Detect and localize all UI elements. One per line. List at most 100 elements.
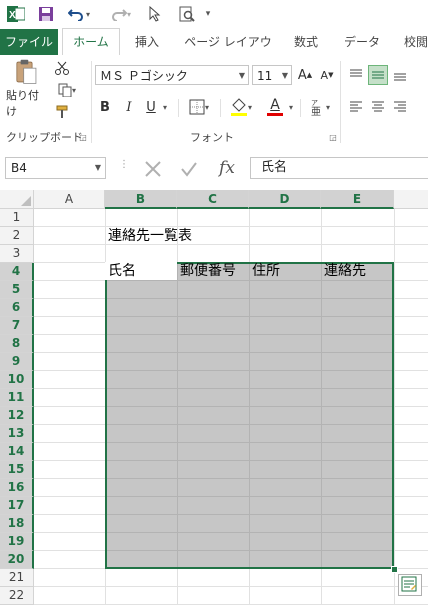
cell-d4[interactable]: 住所 xyxy=(249,262,280,280)
row-header-10[interactable]: 10 xyxy=(0,371,34,389)
clipboard-group-label: クリップボード xyxy=(6,131,83,144)
formula-input[interactable]: 氏名 xyxy=(250,157,428,179)
cell-b2[interactable]: 連絡先一覧表 xyxy=(105,227,192,245)
select-all-corner[interactable] xyxy=(0,190,34,209)
name-box[interactable]: B4 ▼ xyxy=(5,157,106,179)
chevron-down-icon: ▼ xyxy=(281,71,288,80)
chevron-down-icon[interactable]: ▾ xyxy=(160,99,170,115)
cell-b4[interactable]: 氏名 xyxy=(105,262,136,280)
row-header-15[interactable]: 15 xyxy=(0,461,34,479)
row-header-1[interactable]: 1 xyxy=(0,209,34,227)
svg-text:ア: ア xyxy=(311,99,318,107)
chevron-down-icon: ▾ xyxy=(126,9,131,19)
cell-c4[interactable]: 郵便番号 xyxy=(177,262,236,280)
column-header-b[interactable]: B xyxy=(105,190,177,209)
cell-e4[interactable]: 連絡先 xyxy=(321,262,366,280)
divider xyxy=(220,99,221,117)
ribbon-tabs: ファイル ホーム 挿入 ページ レイアウト 数式 データ 校閲 xyxy=(0,28,428,75)
pointer-icon[interactable] xyxy=(146,4,164,24)
align-center-icon[interactable] xyxy=(368,97,388,117)
divider xyxy=(300,99,301,117)
chevron-down-icon[interactable]: ▾ xyxy=(286,99,296,115)
row-header-22[interactable]: 22 xyxy=(0,587,34,605)
fill-handle[interactable] xyxy=(391,566,398,573)
row-header-13[interactable]: 13 xyxy=(0,425,34,443)
gridline xyxy=(249,264,250,567)
tab-data[interactable]: データ xyxy=(338,29,386,55)
font-size-select[interactable]: 11 ▼ xyxy=(252,65,292,85)
row-header-6[interactable]: 6 xyxy=(0,299,34,317)
customize-qat-button[interactable]: ▾ xyxy=(202,4,214,24)
format-painter-icon[interactable] xyxy=(52,103,72,121)
row-header-5[interactable]: 5 xyxy=(0,281,34,299)
align-left-icon[interactable] xyxy=(346,97,366,117)
paste-icon xyxy=(16,59,37,84)
cut-icon[interactable] xyxy=(52,59,72,77)
align-top-icon[interactable] xyxy=(346,65,366,85)
row-header-20[interactable]: 20 xyxy=(0,551,34,569)
column-header-f[interactable] xyxy=(394,190,428,209)
confirm-entry-icon[interactable] xyxy=(174,158,204,180)
paste-button[interactable]: 貼り付け xyxy=(6,59,46,119)
font-name-select[interactable]: ＭＳ Ｐゴシック ▼ xyxy=(95,65,249,85)
tab-insert[interactable]: 挿入 xyxy=(126,29,168,55)
undo-button[interactable]: ▾ xyxy=(64,4,94,24)
row-header-18[interactable]: 18 xyxy=(0,515,34,533)
phonetic-button[interactable]: ア亜 ▾ xyxy=(304,95,334,119)
chevron-down-icon: ▾ xyxy=(85,9,90,19)
cancel-entry-icon[interactable] xyxy=(138,158,168,180)
save-icon[interactable] xyxy=(36,4,56,24)
row-header-17[interactable]: 17 xyxy=(0,497,34,515)
tab-home[interactable]: ホーム xyxy=(62,28,120,57)
divider xyxy=(178,99,179,117)
gridline xyxy=(34,226,428,227)
row-header-3[interactable]: 3 xyxy=(0,245,34,263)
row-header-11[interactable]: 11 xyxy=(0,389,34,407)
name-box-value: B4 xyxy=(11,161,27,175)
tab-file[interactable]: ファイル xyxy=(0,29,58,55)
tab-formulas[interactable]: 数式 xyxy=(284,29,328,55)
row-header-9[interactable]: 9 xyxy=(0,353,34,371)
fill-color-button[interactable]: ▾ xyxy=(226,95,256,119)
borders-button[interactable]: ▾ xyxy=(184,97,214,117)
font-size-value: 11 xyxy=(257,69,273,83)
column-header-a[interactable]: A xyxy=(34,190,105,209)
column-header-e[interactable]: E xyxy=(321,190,394,209)
gridline xyxy=(321,264,322,567)
gridline xyxy=(394,209,395,604)
row-header-16[interactable]: 16 xyxy=(0,479,34,497)
row-header-4[interactable]: 4 xyxy=(0,263,34,281)
divider xyxy=(340,61,341,143)
copy-icon xyxy=(58,83,72,97)
align-right-icon[interactable] xyxy=(390,97,410,117)
bold-button[interactable]: B xyxy=(97,97,113,117)
dialog-launcher-icon[interactable]: ◲ xyxy=(328,131,338,143)
chevron-down-icon: ▾ xyxy=(204,102,209,112)
italic-button[interactable]: I xyxy=(121,97,137,117)
font-color-swatch xyxy=(267,113,283,116)
underline-button[interactable]: U xyxy=(143,97,159,117)
column-header-c[interactable]: C xyxy=(177,190,249,209)
row-header-8[interactable]: 8 xyxy=(0,335,34,353)
redo-button[interactable]: ▾ xyxy=(106,4,134,24)
row-header-21[interactable]: 21 xyxy=(0,569,34,587)
print-preview-icon[interactable] xyxy=(176,4,198,24)
insert-function-button[interactable]: fx xyxy=(212,156,242,180)
column-header-d[interactable]: D xyxy=(249,190,321,209)
copy-button[interactable]: ▾ xyxy=(52,81,82,99)
align-bottom-icon[interactable] xyxy=(390,65,410,85)
fill-color-icon xyxy=(230,98,247,116)
row-header-7[interactable]: 7 xyxy=(0,317,34,335)
row-header-12[interactable]: 12 xyxy=(0,407,34,425)
decrease-font-size-icon[interactable]: A ▼ xyxy=(318,65,336,85)
align-middle-icon[interactable] xyxy=(368,65,388,85)
tab-page-layout[interactable]: ページ レイアウト xyxy=(180,29,276,75)
quick-analysis-button[interactable] xyxy=(398,574,422,596)
increase-font-size-icon[interactable]: A ▲ xyxy=(296,65,314,85)
row-header-14[interactable]: 14 xyxy=(0,443,34,461)
row-header-19[interactable]: 19 xyxy=(0,533,34,551)
svg-text:亜: 亜 xyxy=(311,107,321,117)
row-header-2[interactable]: 2 xyxy=(0,227,34,245)
tab-review[interactable]: 校閲 xyxy=(396,29,428,55)
dialog-launcher-icon[interactable]: ◲ xyxy=(78,131,88,143)
